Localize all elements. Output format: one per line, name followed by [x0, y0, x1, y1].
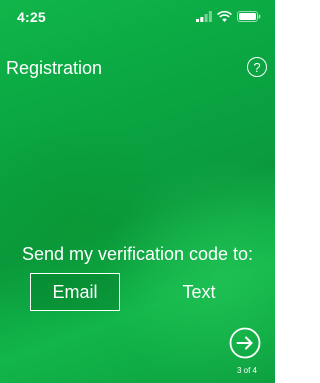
text-option-button[interactable]: Text — [160, 273, 238, 311]
email-option-button[interactable]: Email — [30, 273, 120, 311]
progress-indicator: 3 of 4 — [236, 366, 257, 375]
help-icon: ? — [253, 59, 261, 75]
text-option-label: Text — [182, 281, 216, 302]
next-button[interactable] — [229, 327, 261, 359]
verification-prompt: Send my verification code to: — [21, 244, 254, 264]
status-time: 4:25 — [17, 9, 46, 25]
email-option-label: Email — [52, 281, 98, 302]
arrow-right-circle-icon — [229, 327, 261, 359]
battery-icon — [237, 11, 261, 22]
status-icons — [196, 11, 261, 22]
page-title: Registration — [6, 58, 103, 78]
help-button[interactable]: ? — [247, 57, 267, 77]
status-bar: 4:25 — [0, 0, 275, 36]
signal-icon — [196, 11, 212, 22]
registration-screen: 4:25 Registration ? Send my verification… — [0, 0, 275, 383]
wifi-icon — [217, 11, 232, 22]
